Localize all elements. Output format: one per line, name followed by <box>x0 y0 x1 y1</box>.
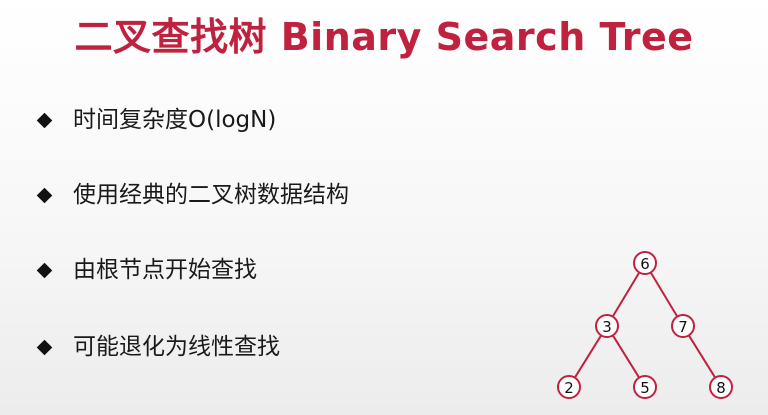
tree-node-label: 5 <box>640 379 650 397</box>
binary-search-tree-diagram: 6 3 7 2 5 8 <box>557 251 733 399</box>
tree-node-2: 2 <box>557 375 581 399</box>
tree-node-label: 6 <box>640 255 650 273</box>
tree-edge-n3-n2 <box>573 334 603 379</box>
tree-node-label: 2 <box>564 379 574 397</box>
slide: 二叉查找树 Binary Search Tree 时间复杂度O(logN) 使用… <box>0 0 768 415</box>
tree-node-6: 6 <box>633 251 657 275</box>
tree-node-7: 7 <box>671 314 695 338</box>
tree-edge-n7-n8 <box>687 334 717 379</box>
tree-node-label: 8 <box>716 379 726 397</box>
tree-node-label: 3 <box>602 318 612 336</box>
tree-edge-n6-n3 <box>611 271 641 318</box>
tree-node-label: 7 <box>678 318 688 336</box>
tree-edge-n3-n5 <box>611 334 641 379</box>
tree-edge-n6-n7 <box>649 271 679 318</box>
tree-node-3: 3 <box>595 314 619 338</box>
tree-node-8: 8 <box>709 375 733 399</box>
tree-node-5: 5 <box>633 375 657 399</box>
